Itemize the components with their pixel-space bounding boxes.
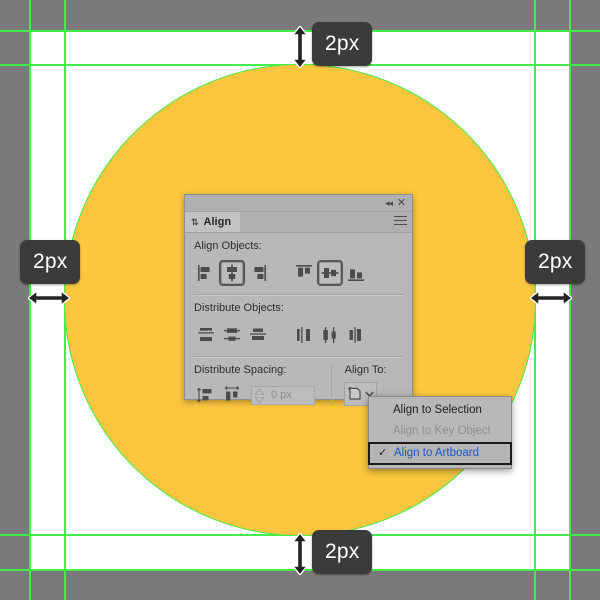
sort-arrows-icon: ⇅ xyxy=(191,216,199,227)
menu-item-align-to-selection[interactable]: Align to Selection xyxy=(369,400,511,421)
distribute-objects-label: Distribute Objects: xyxy=(194,302,284,314)
align-objects-buttons xyxy=(193,258,404,288)
menu-item-align-to-artboard[interactable]: ✓ Align to Artboard xyxy=(368,442,512,465)
align-panel: ◂◂ ✕ ⇅ Align Align Objects: Distribute O… xyxy=(184,194,413,406)
close-icon[interactable]: ✕ xyxy=(397,196,406,210)
vertical-align-center-button[interactable] xyxy=(317,260,343,286)
distribute-objects-buttons xyxy=(193,320,404,350)
horizontal-align-left-button[interactable] xyxy=(193,260,219,286)
measurement-badge-left: 2px xyxy=(20,240,81,284)
align-to-label: Align To: xyxy=(344,364,387,376)
menu-item-label: Align to Key Object xyxy=(393,425,491,437)
horizontal-align-center-button[interactable] xyxy=(219,260,245,286)
panel-tab-row: ⇅ Align xyxy=(185,212,412,233)
vertical-distribute-bottom-button[interactable] xyxy=(245,322,271,348)
check-icon: ✓ xyxy=(378,447,388,459)
measure-arrow-top xyxy=(290,26,310,68)
align-to-artboard-icon xyxy=(348,387,361,400)
measurement-badge-right: 2px xyxy=(525,240,586,284)
horizontal-align-right-button[interactable] xyxy=(245,260,271,286)
vertical-distribute-center-button[interactable] xyxy=(219,322,245,348)
illustrator-canvas: 2px 2px 2px 2px ◂◂ ✕ ⇅ Align Align Objec… xyxy=(0,0,600,600)
panel-body: Align Objects: Distribute Objects: Distr… xyxy=(185,233,412,408)
tab-align[interactable]: ⇅ Align xyxy=(185,212,241,232)
vertical-align-top-button[interactable] xyxy=(291,260,317,286)
panel-menu-icon[interactable] xyxy=(394,216,407,227)
align-objects-label: Align Objects: xyxy=(194,240,262,252)
distribute-spacing-group: Distribute Spacing: 0 px xyxy=(193,364,331,408)
vertical-distribute-top-button[interactable] xyxy=(193,322,219,348)
measure-arrow-bottom xyxy=(290,533,310,575)
horizontal-distribute-space-button[interactable] xyxy=(219,382,245,408)
align-to-dropdown-menu: Align to Selection Align to Key Object ✓… xyxy=(368,396,512,469)
collapse-icon[interactable]: ◂◂ xyxy=(385,196,393,210)
vertical-distribute-space-button[interactable] xyxy=(193,382,219,408)
measure-arrow-left xyxy=(28,288,70,308)
menu-item-label: Align to Selection xyxy=(393,404,482,416)
distribute-spacing-label: Distribute Spacing: xyxy=(194,364,287,376)
menu-item-align-to-key-object: Align to Key Object xyxy=(369,421,511,442)
spacing-value-text: 0 px xyxy=(271,389,292,401)
tab-align-label: Align xyxy=(203,216,232,228)
menu-item-label: Align to Artboard xyxy=(394,447,480,459)
stepper-icon[interactable] xyxy=(255,388,264,403)
measurement-badge-top: 2px xyxy=(312,22,373,66)
vertical-align-bottom-button[interactable] xyxy=(343,260,369,286)
horizontal-distribute-right-button[interactable] xyxy=(343,322,369,348)
horizontal-distribute-center-button[interactable] xyxy=(317,322,343,348)
measurement-badge-bottom: 2px xyxy=(312,530,373,574)
horizontal-distribute-left-button[interactable] xyxy=(291,322,317,348)
panel-titlebar[interactable]: ◂◂ ✕ xyxy=(185,195,412,212)
measure-arrow-right xyxy=(530,288,572,308)
distribute-spacing-buttons: 0 px xyxy=(193,382,331,408)
divider-1 xyxy=(193,294,404,296)
divider-2 xyxy=(193,356,404,358)
spacing-value-input[interactable]: 0 px xyxy=(251,385,315,405)
